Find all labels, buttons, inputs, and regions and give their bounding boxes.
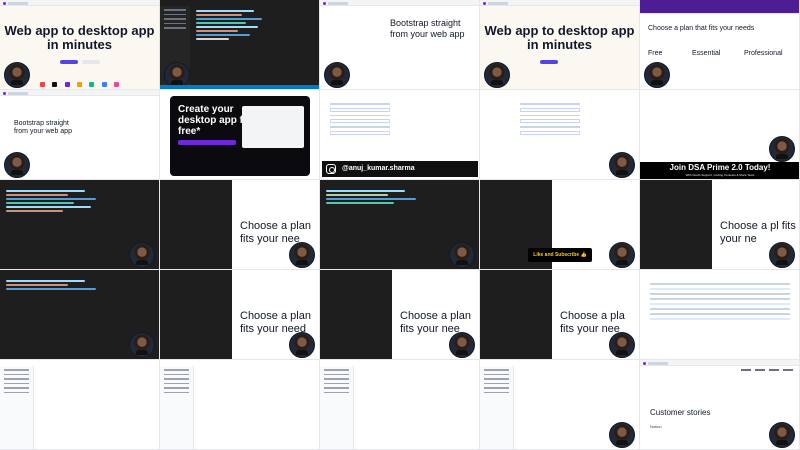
editor-pane bbox=[160, 180, 232, 269]
tile-code-editor-1[interactable] bbox=[160, 0, 320, 90]
tile-landing-hero-2[interactable]: Web app to desktop app in minutes bbox=[480, 0, 640, 90]
primary-button[interactable] bbox=[540, 60, 558, 64]
browser-bar bbox=[480, 0, 639, 6]
presenter-avatar bbox=[609, 422, 635, 448]
editor-pane bbox=[480, 270, 552, 359]
banner-title: Join DSA Prime 2.0 Today! bbox=[669, 163, 771, 172]
section-title: Customer stories bbox=[650, 408, 711, 417]
tile-landing-hero[interactable]: Web app to desktop app in minutes bbox=[0, 0, 160, 90]
code-lines bbox=[6, 188, 119, 214]
form-fields bbox=[520, 100, 580, 138]
tile-doc[interactable] bbox=[640, 270, 800, 360]
code-lines bbox=[6, 278, 119, 292]
presenter-avatar bbox=[769, 136, 795, 162]
presenter-avatar bbox=[449, 332, 475, 358]
editor-pane bbox=[640, 180, 712, 269]
tile-code-4-1[interactable] bbox=[0, 270, 160, 360]
presenter-avatar bbox=[289, 242, 315, 268]
tile-settings-1[interactable] bbox=[0, 360, 160, 450]
tile-settings-4[interactable] bbox=[480, 360, 640, 450]
purple-header bbox=[640, 0, 799, 14]
status-bar bbox=[160, 85, 319, 89]
hero-title: Web app to desktop app in minutes bbox=[484, 23, 635, 52]
story-name: Notion bbox=[650, 424, 662, 429]
presenter-avatar bbox=[609, 332, 635, 358]
browser-bar bbox=[0, 0, 159, 6]
instagram-icon bbox=[326, 164, 336, 174]
plan-free: Free bbox=[648, 50, 663, 57]
tile-code-3-3[interactable] bbox=[320, 180, 480, 270]
tile-banner[interactable]: Join DSA Prime 2.0 Today! With Doubt Sup… bbox=[640, 90, 800, 180]
tile-code-3-1[interactable] bbox=[0, 180, 160, 270]
tile-split-2[interactable]: Like and Subscribe 👍 bbox=[480, 180, 640, 270]
tile-bootstrap-2[interactable]: Bootstrap straight from your web app bbox=[0, 90, 160, 180]
tile-split-3[interactable]: Choose a pl fits your ne bbox=[640, 180, 800, 270]
doc-lines bbox=[650, 280, 790, 323]
tile-customer-stories[interactable]: Customer stories Notion bbox=[640, 360, 800, 450]
editor-pane bbox=[160, 270, 232, 359]
editor-pane bbox=[320, 270, 392, 359]
presenter-avatar bbox=[769, 422, 795, 448]
settings-sidebar bbox=[160, 366, 194, 449]
secondary-button[interactable] bbox=[82, 60, 100, 64]
tile-settings-2[interactable] bbox=[160, 360, 320, 450]
settings-sidebar bbox=[480, 366, 514, 449]
presenter-avatar bbox=[4, 62, 30, 88]
plan-professional: Professional bbox=[744, 50, 783, 57]
tile-form-2[interactable] bbox=[480, 90, 640, 180]
top-nav[interactable] bbox=[741, 369, 793, 371]
promo-card: Create your desktop app for free* bbox=[170, 96, 310, 176]
pricing-title: Choose a plan that fits your needs bbox=[648, 25, 755, 32]
tile-bootstrap[interactable]: Bootstrap straight from your web app bbox=[320, 0, 480, 90]
logo-strip bbox=[40, 82, 119, 87]
tile-promo[interactable]: Create your desktop app for free* bbox=[160, 90, 320, 180]
presenter-avatar bbox=[324, 62, 350, 88]
like-subscribe-button[interactable]: Like and Subscribe 👍 bbox=[528, 248, 592, 262]
presenter-avatar bbox=[769, 242, 795, 268]
hero-title: Web app to desktop app in minutes bbox=[4, 23, 155, 52]
tile-split-1[interactable]: Choose a plan fits your nee bbox=[160, 180, 320, 270]
browser-bar bbox=[0, 90, 159, 96]
dsa-banner: Join DSA Prime 2.0 Today! With Doubt Sup… bbox=[640, 162, 799, 179]
tile-pricing[interactable]: Choose a plan that fits your needs Free … bbox=[640, 0, 800, 90]
presenter-avatar bbox=[129, 332, 155, 358]
presenter-avatar bbox=[289, 332, 315, 358]
banner-subtitle: With Doubt Support, Coding Contests & Mo… bbox=[685, 173, 755, 177]
code-lines bbox=[326, 188, 439, 206]
presenter-avatar bbox=[449, 242, 475, 268]
promo-button[interactable] bbox=[178, 140, 236, 145]
presenter-avatar bbox=[609, 152, 635, 178]
settings-sidebar bbox=[320, 366, 354, 449]
primary-button[interactable] bbox=[60, 60, 78, 64]
presenter-avatar bbox=[609, 242, 635, 268]
tile-settings-3[interactable] bbox=[320, 360, 480, 450]
tile-split-5[interactable]: Choose a plan fits your nee bbox=[320, 270, 480, 360]
presenter-avatar bbox=[484, 62, 510, 88]
browser-bar bbox=[320, 0, 479, 6]
plan-essential: Essential bbox=[692, 50, 721, 57]
presenter-avatar bbox=[644, 62, 670, 88]
settings-sidebar bbox=[0, 366, 34, 449]
presenter-avatar bbox=[129, 242, 155, 268]
tile-split-6[interactable]: Choose a pla fits your nee bbox=[480, 270, 640, 360]
tile-form[interactable]: @anuj_kumar.sharma bbox=[320, 90, 480, 180]
app-screenshot bbox=[242, 106, 304, 148]
section-title: Bootstrap straight from your web app bbox=[390, 18, 465, 39]
presenter-avatar bbox=[4, 152, 30, 178]
code-lines bbox=[196, 8, 279, 42]
browser-bar bbox=[640, 360, 799, 366]
video-thumbnail-grid: Web app to desktop app in minutes Bootst… bbox=[0, 0, 800, 450]
form-fields bbox=[330, 100, 390, 138]
instagram-handle: @anuj_kumar.sharma bbox=[322, 161, 478, 177]
tile-split-4[interactable]: Choose a plan fits your need bbox=[160, 270, 320, 360]
section-title: Bootstrap straight from your web app bbox=[14, 120, 72, 135]
